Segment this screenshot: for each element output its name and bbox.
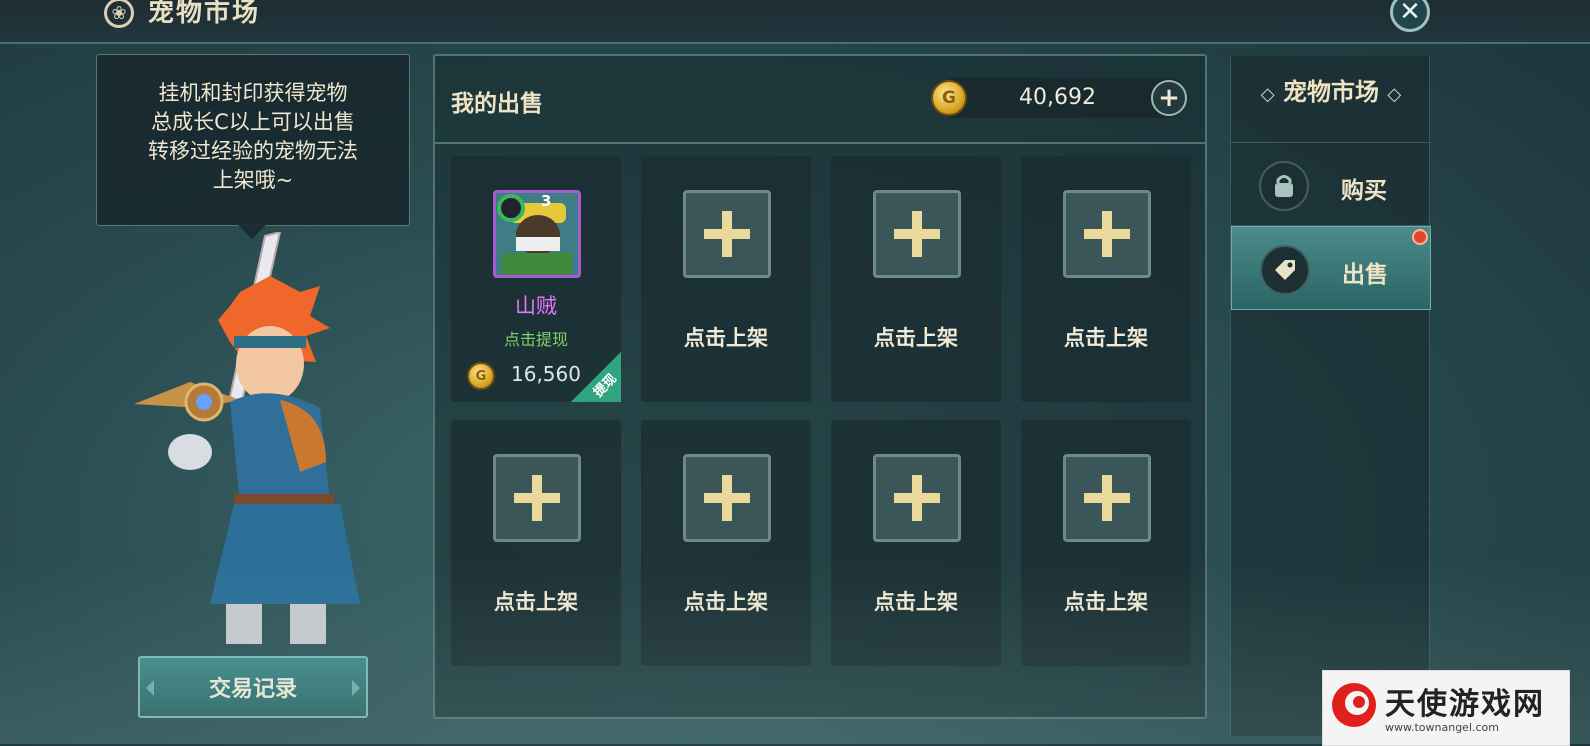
arrow-right-decor <box>352 680 360 696</box>
trade-record-button[interactable]: 交易记录 <box>138 656 368 718</box>
title-decor-left: ◇ <box>1260 84 1275 105</box>
pet-rank-ring-icon <box>497 194 525 222</box>
watermark-logo-icon <box>1332 683 1376 727</box>
sidebar-title: ◇ 宠物市场 ◇ <box>1231 72 1431 107</box>
panel-header: 我的出售 G 40,692 + <box>435 56 1205 144</box>
sale-slot-empty[interactable]: 点击上架 <box>451 420 621 666</box>
gold-coin-icon: G <box>467 362 495 390</box>
slot-label: 点击上架 <box>1064 326 1148 350</box>
sale-slot-empty[interactable]: 点击上架 <box>1021 420 1191 666</box>
sidebar-item-label: 购买 <box>1341 178 1387 204</box>
watermark-text: 天使游戏网 <box>1385 687 1545 722</box>
arrow-left-decor <box>146 680 154 696</box>
sidebar-title-text: 宠物市场 <box>1283 78 1379 106</box>
window-title: 宠物市场 <box>148 0 261 28</box>
withdraw-link[interactable]: 点击提现 <box>451 326 621 350</box>
slot-label: 点击上架 <box>874 590 958 614</box>
add-listing-icon <box>873 190 961 278</box>
notification-dot <box>1412 229 1428 245</box>
my-sales-panel: 我的出售 G 40,692 + 3 山贼 点击提现 G 16,560 提现 点击… <box>433 54 1207 719</box>
add-listing-icon <box>493 454 581 542</box>
sale-slot-empty[interactable]: 点击上架 <box>831 156 1001 402</box>
gold-balance: G 40,692 + <box>931 78 1187 118</box>
sale-slot-empty[interactable]: 点击上架 <box>641 420 811 666</box>
add-listing-icon <box>1063 454 1151 542</box>
gold-coin-icon: G <box>931 80 967 116</box>
sale-slot-pet[interactable]: 3 山贼 点击提现 G 16,560 提现 <box>451 156 621 402</box>
sidebar-item-sell[interactable]: 出售 <box>1231 226 1431 310</box>
sale-slot-empty[interactable]: 点击上架 <box>831 420 1001 666</box>
close-icon: ✕ <box>1399 0 1421 27</box>
slot-label: 点击上架 <box>1064 590 1148 614</box>
sidebar-item-buy[interactable]: 购买 <box>1231 142 1431 226</box>
watermark: 天使游戏网 www.townangel.com <box>1322 670 1570 746</box>
sale-slot-empty[interactable]: 点击上架 <box>1021 156 1191 402</box>
slot-label: 点击上架 <box>874 326 958 350</box>
trade-record-label: 交易记录 <box>208 677 297 702</box>
slot-label: 点击上架 <box>684 590 768 614</box>
watermark-url: www.townangel.com <box>1385 721 1499 734</box>
add-listing-icon <box>1063 190 1151 278</box>
tip-line: 上架哦~ <box>212 168 294 192</box>
sidebar-item-label: 出售 <box>1342 262 1388 288</box>
pet-badge-icon: ❀ <box>104 0 134 28</box>
tip-line: 总成长C以上可以出售 <box>151 110 355 134</box>
add-listing-icon <box>683 190 771 278</box>
sale-slot-empty[interactable]: 点击上架 <box>641 156 811 402</box>
tip-line: 转移过经验的宠物无法 <box>148 139 358 163</box>
price-tag-icon <box>1260 245 1310 295</box>
add-gold-button[interactable]: + <box>1151 80 1187 116</box>
market-sidebar: ◇ 宠物市场 ◇ 购买 出售 <box>1230 56 1431 736</box>
pet-level-badge: 3 <box>541 192 552 210</box>
add-listing-icon <box>683 454 771 542</box>
shopping-bag-icon <box>1259 161 1309 211</box>
pet-name: 山贼 <box>515 294 557 318</box>
gold-value: 40,692 <box>1019 85 1096 110</box>
tip-box: 挂机和封印获得宠物 总成长C以上可以出售 转移过经验的宠物无法 上架哦~ <box>96 54 410 226</box>
tip-line: 挂机和封印获得宠物 <box>158 81 348 105</box>
top-bar: ❀ 宠物市场 ✕ <box>0 0 1590 44</box>
hero-character-illustration <box>134 232 360 644</box>
title-decor-right: ◇ <box>1387 84 1402 105</box>
close-button[interactable]: ✕ <box>1390 0 1430 32</box>
panel-title: 我的出售 <box>451 91 543 117</box>
plus-icon: + <box>1158 83 1180 113</box>
slot-label: 点击上架 <box>494 590 578 614</box>
add-listing-icon <box>873 454 961 542</box>
slot-label: 点击上架 <box>684 326 768 350</box>
